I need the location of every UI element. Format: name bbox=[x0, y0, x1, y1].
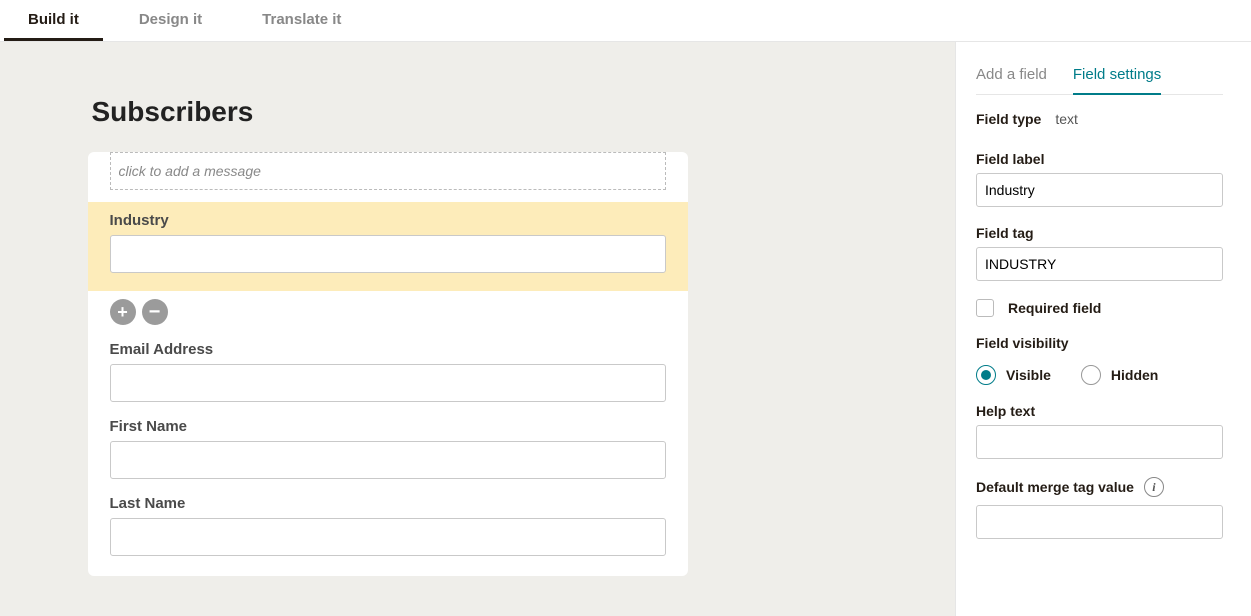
add-field-button[interactable]: + bbox=[110, 299, 136, 325]
label-help-text: Help text bbox=[976, 403, 1035, 419]
settings-tabs: Add a field Field settings bbox=[976, 60, 1223, 95]
field-industry-input[interactable] bbox=[110, 235, 666, 273]
workspace: Subscribers click to add a message Indus… bbox=[0, 42, 1251, 616]
field-last-name[interactable]: Last Name bbox=[110, 495, 666, 556]
field-last-name-label: Last Name bbox=[110, 495, 666, 512]
tab-add-field[interactable]: Add a field bbox=[976, 60, 1047, 94]
radio-hidden[interactable] bbox=[1081, 365, 1101, 385]
tab-translate-it[interactable]: Translate it bbox=[238, 1, 365, 41]
info-icon[interactable]: i bbox=[1144, 477, 1164, 497]
field-email-input[interactable] bbox=[110, 364, 666, 402]
input-field-label[interactable] bbox=[976, 173, 1223, 207]
row-required: Required field bbox=[976, 299, 1223, 317]
field-first-name[interactable]: First Name bbox=[110, 418, 666, 479]
label-default-merge: Default merge tag value bbox=[976, 479, 1134, 495]
minus-icon: − bbox=[149, 302, 161, 322]
field-email[interactable]: Email Address bbox=[110, 341, 666, 402]
field-first-name-label: First Name bbox=[110, 418, 666, 435]
tab-field-settings[interactable]: Field settings bbox=[1073, 60, 1161, 95]
tab-design-it[interactable]: Design it bbox=[115, 1, 226, 41]
label-visibility: Field visibility bbox=[976, 335, 1069, 351]
label-field-tag: Field tag bbox=[976, 225, 1034, 241]
form-canvas: Subscribers click to add a message Indus… bbox=[0, 42, 955, 616]
field-first-name-input[interactable] bbox=[110, 441, 666, 479]
input-field-tag[interactable] bbox=[976, 247, 1223, 281]
field-industry[interactable]: Industry bbox=[88, 202, 688, 291]
tab-build-it[interactable]: Build it bbox=[4, 1, 103, 41]
row-visibility: Field visibility Visible Hidden bbox=[976, 335, 1223, 385]
top-tabbar: Build it Design it Translate it bbox=[0, 0, 1251, 42]
row-field-type: Field type text bbox=[976, 111, 1223, 133]
field-actions: + − bbox=[110, 299, 688, 325]
row-default-merge: Default merge tag value i bbox=[976, 477, 1223, 539]
label-required: Required field bbox=[1008, 300, 1101, 316]
value-field-type: text bbox=[1055, 111, 1078, 127]
message-slot[interactable]: click to add a message bbox=[110, 152, 666, 190]
label-field-label: Field label bbox=[976, 151, 1044, 167]
field-email-label: Email Address bbox=[110, 341, 666, 358]
row-field-label: Field label bbox=[976, 151, 1223, 207]
label-visible: Visible bbox=[1006, 367, 1051, 383]
form-title: Subscribers bbox=[92, 96, 868, 128]
remove-field-button[interactable]: − bbox=[142, 299, 168, 325]
input-default-merge[interactable] bbox=[976, 505, 1223, 539]
visibility-options: Visible Hidden bbox=[976, 365, 1223, 385]
settings-panel: Add a field Field settings Field type te… bbox=[955, 42, 1251, 616]
field-industry-label: Industry bbox=[110, 212, 666, 229]
plus-icon: + bbox=[117, 303, 128, 321]
input-help-text[interactable] bbox=[976, 425, 1223, 459]
row-field-tag: Field tag bbox=[976, 225, 1223, 281]
checkbox-required[interactable] bbox=[976, 299, 994, 317]
canvas-inner: Subscribers click to add a message Indus… bbox=[88, 96, 868, 576]
radio-visible[interactable] bbox=[976, 365, 996, 385]
form-card: click to add a message Industry + − bbox=[88, 152, 688, 576]
label-hidden: Hidden bbox=[1111, 367, 1158, 383]
label-field-type: Field type bbox=[976, 111, 1041, 127]
field-last-name-input[interactable] bbox=[110, 518, 666, 556]
row-help-text: Help text bbox=[976, 403, 1223, 459]
radio-dot-icon bbox=[981, 370, 991, 380]
